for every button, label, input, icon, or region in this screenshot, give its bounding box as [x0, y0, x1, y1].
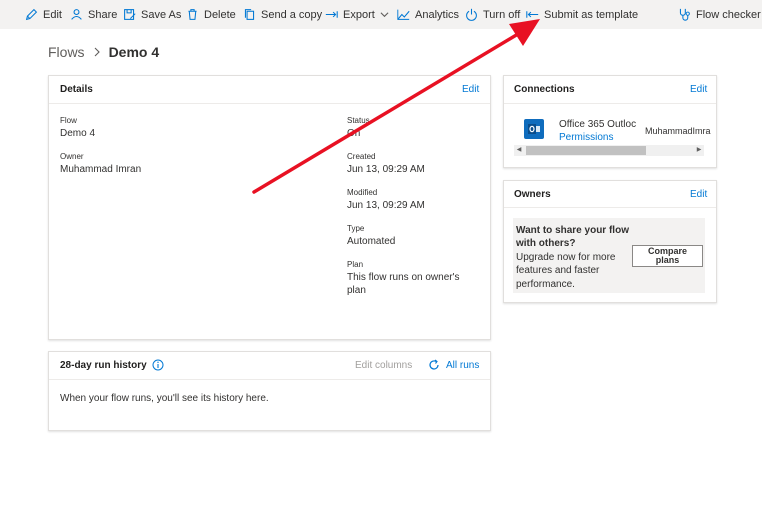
details-divider [49, 103, 490, 104]
plan-label: Plan [347, 260, 364, 269]
save-as-button[interactable]: Save As [123, 0, 181, 29]
upgrade-text-line1: Upgrade now for more [516, 252, 616, 263]
pencil-icon [25, 8, 38, 21]
plan-value-line1: This flow runs on owner's [347, 272, 460, 283]
horizontal-scrollbar[interactable]: ◀ ▶ [514, 145, 704, 156]
save-as-icon [124, 9, 136, 20]
share-prompt-line2: with others? [516, 238, 576, 249]
turn-off-button[interactable]: Turn off [465, 0, 520, 29]
delete-label: Delete [204, 8, 236, 21]
page-title: Demo 4 [108, 44, 160, 60]
outlook-icon [524, 119, 544, 139]
copy-icon [244, 9, 255, 20]
analytics-button[interactable]: Analytics [397, 0, 459, 29]
flow-checker-button[interactable]: Flow checker [678, 0, 761, 29]
send-copy-button[interactable]: Send a copy [243, 0, 322, 29]
submit-template-icon [526, 11, 539, 18]
stethoscope-icon [679, 8, 690, 21]
modified-value: Jun 13, 09:29 AM [347, 200, 425, 211]
chevron-down-icon [380, 12, 389, 18]
status-label: Status [347, 116, 370, 125]
command-bar: Edit Share Save As Delete Send a copy Ex… [0, 0, 762, 29]
breadcrumb: Flows Demo 4 [48, 43, 159, 61]
owner-value: Muhammad Imran [60, 164, 142, 175]
scroll-thumb[interactable] [526, 146, 646, 155]
analytics-label: Analytics [415, 8, 460, 21]
compare-line2: plans [655, 255, 680, 265]
power-icon [466, 8, 477, 21]
permissions-link[interactable]: Permissions [559, 131, 613, 144]
details-edit-link[interactable]: Edit [462, 84, 479, 95]
owner-label: Owner [60, 152, 84, 161]
export-label: Export [343, 8, 375, 21]
connections-edit-link[interactable]: Edit [690, 84, 707, 95]
compare-plans-button[interactable]: Compare plans [632, 245, 703, 267]
delete-button[interactable]: Delete [186, 0, 236, 29]
share-button[interactable]: Share [70, 0, 117, 29]
created-label: Created [347, 152, 376, 161]
edit-button[interactable]: Edit [25, 0, 62, 29]
type-value: Automated [347, 236, 396, 247]
flow-checker-label: Flow checker [696, 8, 761, 21]
submit-template-button[interactable]: Submit as template [526, 0, 638, 29]
share-label: Share [88, 8, 118, 21]
analytics-icon [397, 9, 410, 20]
owners-divider [504, 207, 716, 208]
submit-template-label: Submit as template [544, 8, 639, 21]
connection-name: Office 365 Outloc [559, 119, 637, 130]
status-value: On [347, 128, 361, 139]
all-runs-link[interactable]: All runs [446, 360, 479, 371]
created-value: Jun 13, 09:29 AM [347, 164, 425, 175]
owners-edit-link[interactable]: Edit [690, 189, 707, 200]
upgrade-text-line3: performance. [516, 279, 575, 290]
export-icon [325, 11, 338, 18]
plan-value-line2: plan [347, 285, 366, 296]
run-history-title: 28-day run history [60, 360, 147, 371]
run-history-empty-message: When your flow runs, you'll see its hist… [60, 393, 269, 404]
turn-off-label: Turn off [483, 8, 521, 21]
details-title: Details [60, 84, 93, 95]
breadcrumb-flows-link[interactable]: Flows [48, 44, 85, 60]
run-history-divider [49, 379, 490, 380]
save-as-label: Save As [141, 8, 182, 21]
connections-divider [504, 103, 716, 104]
owners-title: Owners [514, 189, 551, 200]
connection-account: MuhammadImra [645, 126, 711, 136]
flow-value: Demo 4 [60, 128, 96, 139]
connections-title: Connections [514, 84, 575, 95]
trash-icon [188, 9, 197, 20]
share-icon [71, 9, 82, 20]
upgrade-text-line2: features and faster [516, 265, 600, 276]
scroll-left-icon[interactable]: ◀ [515, 146, 523, 155]
edit-label: Edit [43, 8, 62, 21]
info-icon[interactable] [152, 359, 164, 371]
refresh-icon [429, 359, 439, 370]
scroll-right-icon[interactable]: ▶ [695, 146, 703, 155]
share-prompt-line1: Want to share your flow [516, 225, 629, 236]
chevron-right-icon [94, 47, 100, 57]
send-copy-label: Send a copy [261, 8, 323, 21]
export-dropdown[interactable]: Export [325, 0, 389, 29]
modified-label: Modified [347, 188, 378, 197]
type-label: Type [347, 224, 365, 233]
edit-columns-link[interactable]: Edit columns [355, 360, 412, 371]
flow-label: Flow [60, 116, 77, 125]
